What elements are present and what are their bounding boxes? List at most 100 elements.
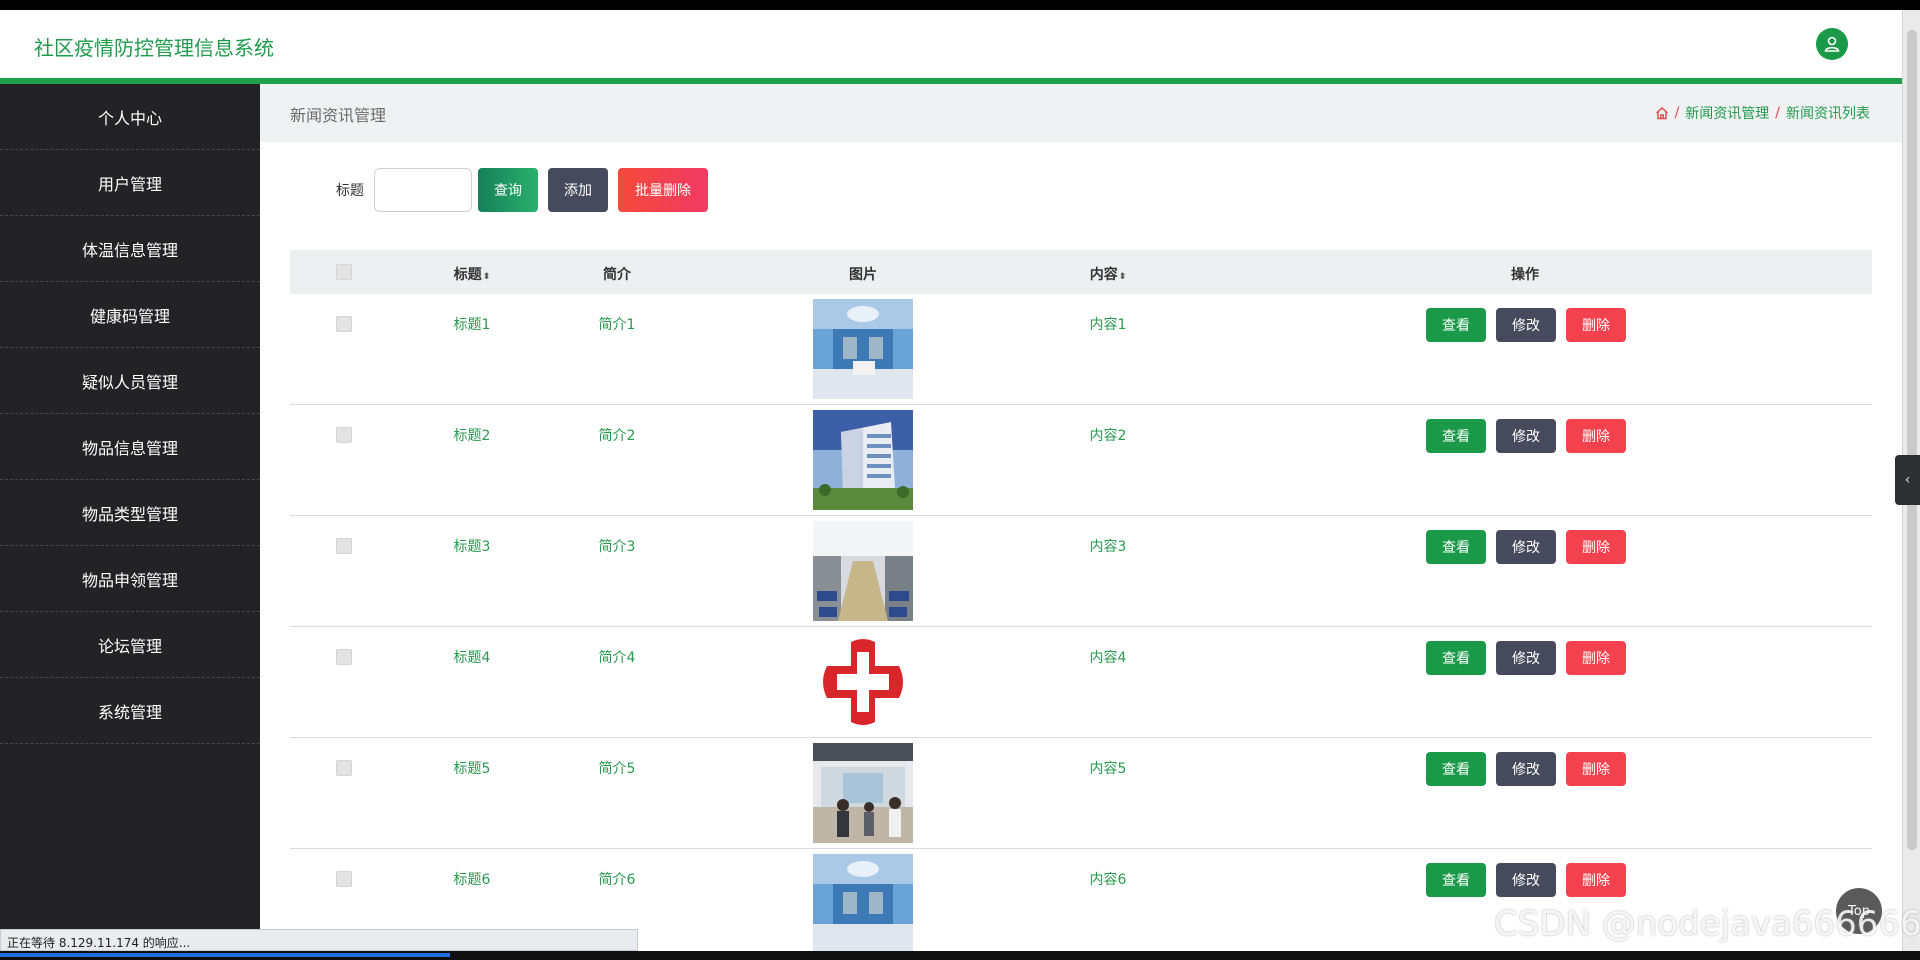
column-header-title[interactable]: 标题⬍: [454, 264, 491, 284]
top-header: 社区疫情防控管理信息系统: [0, 10, 1902, 84]
batch-delete-button[interactable]: 批量删除: [618, 168, 708, 212]
column-header-image: 图片: [849, 267, 877, 283]
search-bar: 标题 查询 添加 批量删除: [336, 168, 718, 212]
delete-button[interactable]: 删除: [1566, 752, 1626, 786]
view-button[interactable]: 查看: [1426, 308, 1486, 342]
cell-title[interactable]: 标题6: [454, 869, 491, 889]
table-row: 标题1 简介1 内容1 查看 修改 删除: [290, 294, 1872, 405]
breadcrumb-level1[interactable]: 新闻资讯管理: [1685, 103, 1769, 123]
table-row: 标题5 简介5 内容5 查看 修改 删除: [290, 738, 1872, 849]
table-row: 标题2 简介2 内容2 查看 修改 删除: [290, 405, 1872, 516]
row-checkbox[interactable]: [336, 538, 352, 554]
cell-content: 内容6: [1089, 872, 1127, 888]
taskbar-edge: [0, 951, 1920, 960]
sidebar-item-goods-info[interactable]: 物品信息管理: [0, 414, 260, 480]
row-checkbox[interactable]: [336, 871, 352, 887]
cell-title[interactable]: 标题4: [454, 647, 491, 667]
delete-button[interactable]: 删除: [1566, 530, 1626, 564]
sidebar-item-suspected[interactable]: 疑似人员管理: [0, 348, 260, 414]
collapse-panel-button[interactable]: ‹: [1895, 455, 1920, 505]
sidebar-item-health-code[interactable]: 健康码管理: [0, 282, 260, 348]
sidebar-item-goods-claim[interactable]: 物品申领管理: [0, 546, 260, 612]
cell-summary: 简介6: [598, 872, 636, 888]
sort-icon[interactable]: ⬍: [483, 272, 491, 282]
cell-title[interactable]: 标题3: [454, 536, 491, 556]
chevron-left-icon: ‹: [1904, 472, 1911, 488]
column-header-summary: 简介: [603, 267, 631, 283]
edit-button[interactable]: 修改: [1496, 530, 1556, 564]
sidebar-item-forum[interactable]: 论坛管理: [0, 612, 260, 678]
row-checkbox[interactable]: [336, 760, 352, 776]
view-button[interactable]: 查看: [1426, 752, 1486, 786]
browser-status-bar: 正在等待 8.129.11.174 的响应...: [0, 929, 638, 951]
sidebar-item-label: 论坛管理: [97, 636, 162, 656]
breadcrumb-separator: /: [1775, 105, 1780, 121]
cell-title[interactable]: 标题5: [454, 758, 491, 778]
column-header-content[interactable]: 内容⬍: [1090, 264, 1127, 284]
sidebar-item-temperature[interactable]: 体温信息管理: [0, 216, 260, 282]
column-header-label: 标题: [453, 267, 482, 283]
breadcrumb-separator: /: [1674, 105, 1680, 121]
sidebar-item-label: 体温信息管理: [81, 240, 178, 260]
edit-button[interactable]: 修改: [1496, 308, 1556, 342]
hospital-building-image: [813, 410, 913, 510]
edit-button[interactable]: 修改: [1496, 419, 1556, 453]
sort-icon[interactable]: ⬍: [1119, 272, 1127, 282]
search-label: 标题: [336, 183, 364, 199]
hospital-room-image: [813, 299, 913, 399]
breadcrumb-level2: 新闻资讯列表: [1786, 106, 1870, 122]
delete-button[interactable]: 删除: [1566, 308, 1626, 342]
cell-summary: 简介5: [598, 761, 636, 777]
cell-content: 内容5: [1089, 761, 1127, 777]
row-actions: 查看 修改 删除: [1426, 752, 1636, 786]
cell-summary: 简介1: [598, 317, 636, 333]
cell-content: 内容4: [1089, 650, 1127, 666]
delete-button[interactable]: 删除: [1566, 863, 1626, 897]
cell-title[interactable]: 标题1: [454, 314, 491, 334]
sidebar-item-system[interactable]: 系统管理: [0, 678, 260, 744]
sidebar: 个人中心 用户管理 体温信息管理 健康码管理 疑似人员管理 物品信息管理 物品类…: [0, 84, 260, 960]
edit-button[interactable]: 修改: [1496, 863, 1556, 897]
view-button[interactable]: 查看: [1426, 863, 1486, 897]
row-actions: 查看 修改 删除: [1426, 308, 1636, 342]
edit-button[interactable]: 修改: [1496, 752, 1556, 786]
loading-progress: [0, 953, 450, 957]
app-title: 社区疫情防控管理信息系统: [34, 36, 274, 60]
page-header-bar: 新闻资讯管理 / 新闻资讯管理 / 新闻资讯列表: [260, 84, 1902, 142]
select-all-checkbox[interactable]: [336, 264, 352, 280]
query-button[interactable]: 查询: [478, 168, 538, 212]
scrollbar-thumb[interactable]: [1907, 30, 1917, 850]
cell-summary: 简介3: [598, 539, 636, 555]
view-button[interactable]: 查看: [1426, 641, 1486, 675]
page-title: 新闻资讯管理: [290, 106, 387, 125]
sidebar-item-users[interactable]: 用户管理: [0, 150, 260, 216]
top-strip: [0, 0, 1920, 10]
edit-button[interactable]: 修改: [1496, 641, 1556, 675]
table-row: 标题4 简介4 内容4 查看 修改 删除: [290, 627, 1872, 738]
sidebar-item-goods-type[interactable]: 物品类型管理: [0, 480, 260, 546]
home-icon[interactable]: [1655, 106, 1669, 120]
cell-content: 内容2: [1089, 428, 1127, 444]
waiting-hall-image: [813, 521, 913, 621]
sidebar-item-personal-center[interactable]: 个人中心: [0, 84, 260, 150]
row-actions: 查看 修改 删除: [1426, 863, 1636, 897]
user-avatar[interactable]: [1816, 28, 1848, 60]
delete-button[interactable]: 删除: [1566, 419, 1626, 453]
row-actions: 查看 修改 删除: [1426, 641, 1636, 675]
row-checkbox[interactable]: [336, 649, 352, 665]
row-checkbox[interactable]: [336, 316, 352, 332]
row-actions: 查看 修改 删除: [1426, 530, 1636, 564]
sidebar-item-label: 疑似人员管理: [81, 372, 178, 392]
row-checkbox[interactable]: [336, 427, 352, 443]
hospital-room-image: [813, 854, 913, 954]
cell-title[interactable]: 标题2: [454, 425, 491, 445]
delete-button[interactable]: 删除: [1566, 641, 1626, 675]
add-button[interactable]: 添加: [548, 168, 608, 212]
sidebar-item-label: 个人中心: [97, 108, 162, 128]
cell-content: 内容3: [1089, 539, 1127, 555]
table-row: 标题3 简介3 内容3 查看 修改 删除: [290, 516, 1872, 627]
view-button[interactable]: 查看: [1426, 419, 1486, 453]
title-search-input[interactable]: [374, 168, 472, 212]
watermark: CSDN @nodejava666666: [1494, 904, 1920, 944]
view-button[interactable]: 查看: [1426, 530, 1486, 564]
